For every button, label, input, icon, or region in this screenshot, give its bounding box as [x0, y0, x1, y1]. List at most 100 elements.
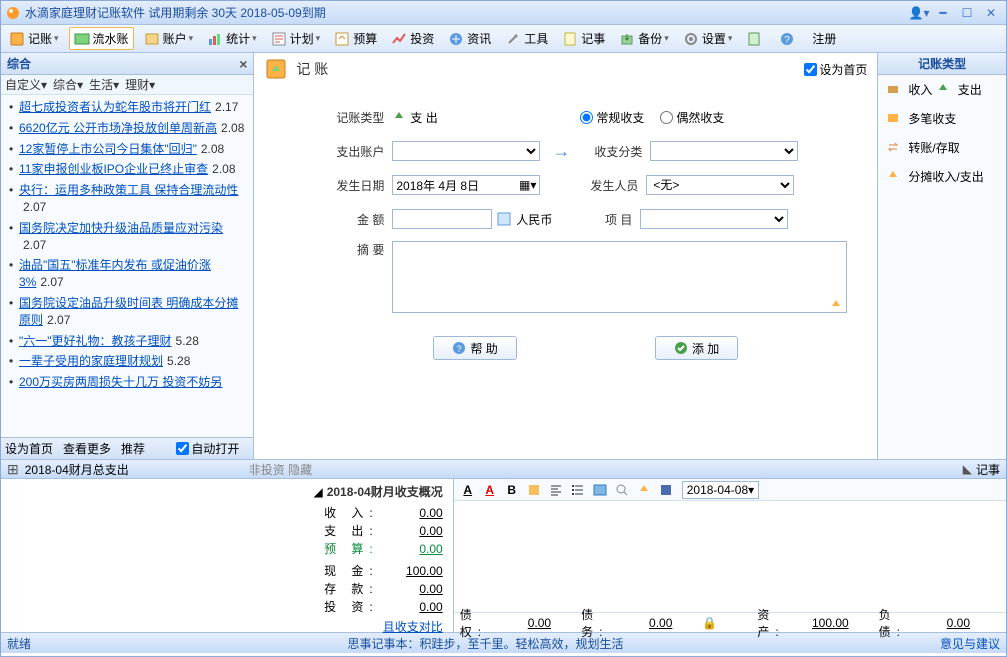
close-panel-icon[interactable]: × — [239, 56, 247, 72]
news-item[interactable]: 国务院决定加快升级油品质量应对污染2.07 — [5, 218, 249, 256]
news-item[interactable]: 油品"国五"标准年内发布 或促油价涨3%2.07 — [5, 255, 249, 293]
tab-custom[interactable]: 自定义 ▾ — [5, 76, 47, 93]
set-homepage-checkbox[interactable]: 设为首页 — [804, 61, 867, 78]
news-item[interactable]: "六一"更好礼物：教孩子理财5.28 — [5, 331, 249, 352]
news-item[interactable]: 12家暂停上市公司今日集体"回归"2.08 — [5, 139, 249, 160]
tools-icon — [505, 31, 521, 47]
summary-collapse-icon[interactable]: ◢ — [313, 485, 322, 499]
calc-icon — [746, 31, 762, 47]
help-button[interactable]: ?帮 助 — [433, 336, 516, 360]
rp-multi[interactable]: 多笔收支 — [878, 104, 1006, 133]
expand-icon[interactable]: ⊞ — [7, 461, 19, 478]
toolbar-calc[interactable] — [742, 29, 769, 49]
occasional-radio[interactable]: 偶然收支 — [660, 109, 724, 126]
toolbar-gongju[interactable]: 工具 — [501, 28, 552, 49]
lock-icon: 🔒 — [702, 616, 717, 630]
ledger-icon — [9, 31, 25, 47]
editor-date-picker[interactable]: 2018-04-08 ▾ — [682, 481, 759, 499]
maximize-button[interactable]: ☐ — [956, 5, 978, 21]
collapse-icon[interactable]: ◣ — [963, 462, 972, 476]
align-center-icon[interactable] — [546, 481, 566, 499]
bold-icon[interactable]: B — [502, 481, 522, 499]
font-color-black-icon[interactable]: A — [458, 481, 478, 499]
notes-tab[interactable]: 记事 — [976, 461, 1000, 478]
toolbar-zixun[interactable]: 资讯 — [444, 28, 495, 49]
toolbar-jishi[interactable]: 记事 — [558, 28, 609, 49]
news-item[interactable]: 11家申报创业板IPO企业已终止审查2.08 — [5, 159, 249, 180]
feedback-link[interactable]: 意见与建议 — [940, 635, 1000, 652]
project-select[interactable] — [640, 209, 788, 229]
type-value[interactable]: 支 出 — [392, 109, 540, 126]
auto-open-checkbox[interactable]: 自动打开 — [176, 440, 249, 457]
memo-textarea[interactable] — [392, 241, 847, 313]
news-item[interactable]: 国务院设定油品升级时间表 明确成本分摊原则2.07 — [5, 293, 249, 331]
status-text: 就绪 — [7, 635, 31, 652]
minimize-button[interactable]: ━ — [932, 5, 954, 21]
regular-radio[interactable]: 常规收支 — [580, 109, 644, 126]
toolbar-jihua[interactable]: 计划▾ — [267, 28, 325, 49]
search-icon[interactable] — [612, 481, 632, 499]
filter-label[interactable]: 非投资 隐藏 — [249, 461, 312, 478]
multi-icon — [886, 111, 902, 127]
toolbar-touzi[interactable]: 投资 — [387, 28, 438, 49]
amount-input[interactable] — [392, 209, 492, 229]
tab-licai[interactable]: 理财 ▾ — [125, 76, 155, 93]
attach-icon[interactable] — [634, 481, 654, 499]
save-icon[interactable] — [656, 481, 676, 499]
news-item[interactable]: 超七成投资者认为蛇年股市将开门红2.17 — [5, 97, 249, 118]
category-label: 收支分类 — [582, 143, 642, 160]
memo-expand-icon[interactable] — [829, 298, 843, 312]
editor-panel: A A B 2018-04-08 ▾ 债 权:0.00债 务:0.00🔒资 产:… — [453, 479, 1006, 632]
tab-zonghe[interactable]: 综合 ▾ — [53, 76, 83, 93]
svg-text:?: ? — [457, 344, 462, 354]
ledger-large-icon — [264, 57, 288, 81]
gear-icon — [683, 31, 699, 47]
toolbar-shezhi[interactable]: 设置▾ — [679, 28, 737, 49]
set-home-link[interactable]: 设为首页 — [5, 440, 53, 457]
news-item[interactable]: 央行：运用多种政策工具 保持合理流动性2.07 — [5, 180, 249, 218]
recommend-link[interactable]: 推荐 — [121, 440, 145, 457]
toolbar-zhanghu[interactable]: 账户▾ — [140, 28, 198, 49]
toolbar-zhuce[interactable]: 注册 — [808, 28, 840, 49]
news-item[interactable]: 6620亿元 公开市场净投放创单周新高2.08 — [5, 118, 249, 139]
app-logo-icon — [5, 5, 21, 21]
rp-income-expense[interactable]: 收入 支出 — [878, 75, 1006, 104]
window-title: 水滴家庭理财记账软件 试用期剩余 30天 2018-05-09到期 — [25, 4, 906, 21]
news-item[interactable]: 一辈子受用的家庭理财规划5.28 — [5, 351, 249, 372]
expense-icon — [936, 82, 952, 98]
close-button[interactable]: ✕ — [980, 5, 1002, 21]
category-select[interactable] — [650, 141, 798, 161]
news-item[interactable]: 200万买房两周损失十几万 投资不妨另 — [5, 372, 249, 393]
toolbar-tongji[interactable]: 统计▾ — [203, 28, 261, 49]
date-picker[interactable]: 2018年 4月 8日▦▾ — [392, 175, 540, 195]
compare-link[interactable]: 且收支对比 — [383, 618, 443, 635]
image-icon[interactable] — [590, 481, 610, 499]
svg-text:?: ? — [785, 35, 791, 46]
view-more-link[interactable]: 查看更多 — [63, 440, 111, 457]
toolbar-jizhang[interactable]: 记账▾ — [5, 28, 63, 49]
split-icon — [886, 169, 902, 185]
toolbar-beifen[interactable]: 备份▾ — [615, 28, 673, 49]
account-icon — [144, 31, 160, 47]
transfer-icon — [886, 140, 902, 156]
flow-icon — [74, 31, 90, 47]
calculator-icon[interactable] — [496, 211, 512, 227]
user-icon[interactable]: 👤▾ — [908, 5, 930, 21]
account-select[interactable] — [392, 141, 540, 161]
month-total-label[interactable]: 2018-04财月总支出 — [25, 461, 129, 478]
toolbar-yusuan[interactable]: 预算 — [330, 28, 381, 49]
align-left-icon[interactable] — [524, 481, 544, 499]
editor-content[interactable] — [454, 501, 1006, 612]
person-select[interactable]: <无> — [646, 175, 794, 195]
toolbar-liushui[interactable]: 流水账 — [69, 27, 134, 50]
stats-icon — [207, 31, 223, 47]
list-icon[interactable] — [568, 481, 588, 499]
add-button[interactable]: 添 加 — [655, 336, 738, 360]
right-panel: 记账类型 收入 支出 多笔收支 转账/存取 分摊收入/支出 — [877, 53, 1006, 459]
font-color-red-icon[interactable]: A — [480, 481, 500, 499]
status-bar: 就绪 思事记事本：积跬步，至千里。轻松高效，规划生活 意见与建议 — [1, 633, 1006, 653]
tab-shenghuo[interactable]: 生活 ▾ — [89, 76, 119, 93]
toolbar-help[interactable]: ? — [775, 29, 802, 49]
rp-split[interactable]: 分摊收入/支出 — [878, 162, 1006, 191]
rp-transfer[interactable]: 转账/存取 — [878, 133, 1006, 162]
